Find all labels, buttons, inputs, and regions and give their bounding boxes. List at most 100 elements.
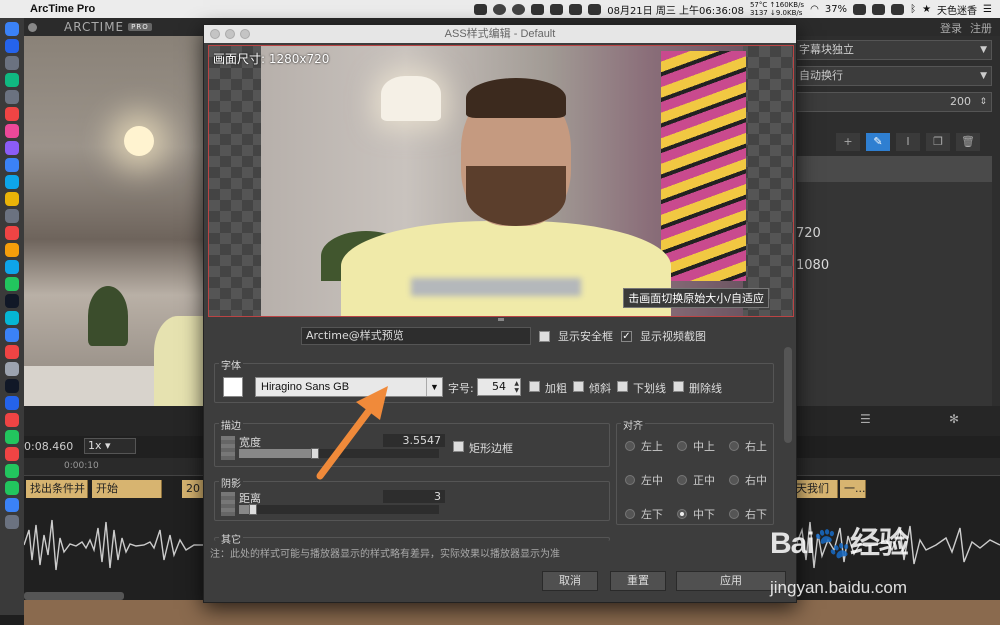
underline-checkbox[interactable] <box>617 381 628 392</box>
dialog-minimize-icon[interactable] <box>225 29 235 39</box>
align-radio[interactable] <box>625 475 635 485</box>
audio-waveform-left[interactable] <box>23 500 204 590</box>
dock-app-icon[interactable] <box>5 515 19 529</box>
edit-style-button[interactable]: ✎ <box>866 133 890 151</box>
dock-app-icon[interactable] <box>5 260 19 274</box>
align-option[interactable]: 中下 <box>677 506 729 522</box>
dock-app-icon[interactable] <box>5 73 19 87</box>
align-radio[interactable] <box>677 475 687 485</box>
align-radio[interactable] <box>625 509 635 519</box>
calendar-icon[interactable] <box>588 3 602 15</box>
dock-app-icon[interactable] <box>5 158 19 172</box>
shadow-distance-slider[interactable] <box>239 504 439 515</box>
datetime-text[interactable]: 08月21日 周三 上午06:36:08 <box>607 2 744 17</box>
font-family-select[interactable]: Hiragino Sans GB ▼ <box>255 377 443 397</box>
subtitle-clip[interactable]: 找出条件并 <box>26 480 88 498</box>
outline-width-slider[interactable] <box>239 448 439 459</box>
align-radio[interactable] <box>729 509 739 519</box>
align-option[interactable]: 左中 <box>625 472 677 488</box>
font-size-stepper[interactable]: 54 ▲ ▼ <box>477 378 521 396</box>
dots-icon[interactable] <box>531 3 545 15</box>
dock-app-icon[interactable] <box>5 124 19 138</box>
login-link[interactable]: 登录 <box>940 20 962 36</box>
main-video-preview[interactable] <box>24 36 214 406</box>
dialog-zoom-icon[interactable] <box>240 29 250 39</box>
upload-icon[interactable] <box>474 3 488 15</box>
align-radio[interactable] <box>729 441 739 451</box>
outline-width-value[interactable]: 3.5547 <box>383 434 445 447</box>
bluetooth-icon[interactable]: ᛒ <box>910 4 916 15</box>
dock-app-icon[interactable] <box>5 498 19 512</box>
align-radio[interactable] <box>677 441 687 451</box>
text-cursor-button[interactable]: Ⅰ <box>896 133 920 151</box>
dock-app-icon[interactable] <box>5 107 19 121</box>
dock-app-icon[interactable] <box>5 430 19 444</box>
menu-list-icon[interactable]: ☰ <box>983 4 992 15</box>
speed-select[interactable]: 1x ▾ <box>84 438 136 454</box>
align-option[interactable]: 正中 <box>677 472 729 488</box>
app-name-menu[interactable]: ArcTime Pro <box>30 3 95 15</box>
number-stepper[interactable]: 200 ⇕ <box>796 92 992 112</box>
compass-icon[interactable] <box>512 3 526 15</box>
align-option[interactable]: 中上 <box>677 438 729 454</box>
font-color-swatch[interactable] <box>223 377 243 397</box>
align-radio[interactable] <box>625 441 635 451</box>
preview-text-input[interactable]: Arctime@样式预览 <box>301 327 531 345</box>
dialog-scrollbar[interactable] <box>784 347 792 443</box>
timeline-scrollbar[interactable] <box>24 592 124 600</box>
subtitle-clip[interactable]: 天我们 <box>792 480 838 498</box>
wifi-icon[interactable]: ◠ <box>810 4 819 15</box>
dock-app-icon[interactable] <box>5 226 19 240</box>
delete-button[interactable]: 🗑 <box>956 133 980 151</box>
dock-app-icon[interactable] <box>5 22 19 36</box>
list-icon[interactable]: ☰ <box>860 412 871 426</box>
dock-app-icon[interactable] <box>5 90 19 104</box>
star-icon[interactable]: ★ <box>922 4 931 15</box>
video-frame-checkbox[interactable]: ✓ <box>621 330 632 342</box>
strikeout-checkbox[interactable] <box>673 381 684 392</box>
align-option[interactable]: 左上 <box>625 438 677 454</box>
align-option[interactable]: 右中 <box>729 472 781 488</box>
subtitle-mode-select[interactable]: 字幕块独立 ▼ <box>796 40 992 60</box>
dock-app-icon[interactable] <box>5 277 19 291</box>
ghost-icon[interactable] <box>493 3 507 15</box>
shadow-distance-handle[interactable] <box>249 504 257 515</box>
dock-app-icon[interactable] <box>5 413 19 427</box>
style-preview-canvas[interactable]: 画面尺寸: 1280x720 击画面切换原始大小/自适应 <box>208 45 794 317</box>
dock-app-icon[interactable] <box>5 464 19 478</box>
align-radio[interactable] <box>729 475 739 485</box>
selected-style-row[interactable] <box>796 156 992 182</box>
dock-app-icon[interactable] <box>5 243 19 257</box>
dock-app-icon[interactable] <box>5 396 19 410</box>
subtitle-clip[interactable]: 开始 <box>92 480 162 498</box>
message-icon[interactable] <box>550 3 564 15</box>
dialog-close-icon[interactable] <box>210 29 220 39</box>
subtitle-clip[interactable]: 一... <box>840 480 866 498</box>
rect-border-checkbox[interactable] <box>453 441 464 452</box>
dock-app-icon[interactable] <box>5 39 19 53</box>
preview-splitter-handle[interactable] <box>498 318 504 321</box>
dock-app-icon[interactable] <box>5 209 19 223</box>
dock-app-icon[interactable] <box>5 175 19 189</box>
italic-checkbox[interactable] <box>573 381 584 392</box>
dock-app-icon[interactable] <box>5 481 19 495</box>
outline-width-handle[interactable] <box>311 448 319 459</box>
align-option[interactable]: 左下 <box>625 506 677 522</box>
battery-percent[interactable]: 37% <box>825 4 847 15</box>
add-style-button[interactable]: + <box>836 133 860 151</box>
duplicate-button[interactable]: ❐ <box>926 133 950 151</box>
reset-button[interactable]: 重置 <box>610 571 666 591</box>
battery-icon[interactable] <box>853 3 867 15</box>
dock-app-icon[interactable] <box>5 192 19 206</box>
input-method-icon[interactable] <box>872 3 886 15</box>
cancel-button[interactable]: 取消 <box>542 571 598 591</box>
gear-icon[interactable]: ✻ <box>949 412 959 426</box>
dock-app-icon[interactable] <box>5 56 19 70</box>
close-window-icon[interactable] <box>28 22 37 32</box>
dock-app-icon[interactable] <box>5 311 19 325</box>
dock-app-icon[interactable] <box>5 379 19 393</box>
dock-app-icon[interactable] <box>5 447 19 461</box>
shadow-distance-value[interactable]: 3 <box>383 490 445 503</box>
user-name[interactable]: 天色迷香 <box>937 2 977 17</box>
dock-app-icon[interactable] <box>5 345 19 359</box>
